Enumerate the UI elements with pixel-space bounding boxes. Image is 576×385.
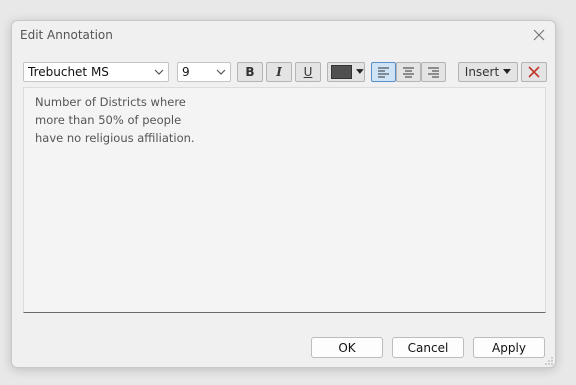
- text-line: have no religious affiliation.: [35, 131, 195, 145]
- align-right-icon: [428, 67, 439, 77]
- align-left-icon: [378, 67, 389, 77]
- formatting-toolbar: Trebuchet MS 9 B I U Insert: [23, 62, 547, 84]
- insert-label: Insert: [464, 65, 500, 79]
- text-line: Number of Districts where: [35, 95, 186, 109]
- bold-button[interactable]: B: [237, 62, 263, 82]
- underline-button[interactable]: U: [295, 62, 321, 82]
- italic-button[interactable]: I: [266, 62, 292, 82]
- insert-button[interactable]: Insert: [458, 62, 518, 82]
- close-icon[interactable]: [531, 27, 547, 43]
- ok-button[interactable]: OK: [311, 337, 383, 358]
- annotation-text: Number of Districts where more than 50% …: [35, 93, 195, 147]
- annotation-text-editor[interactable]: Number of Districts where more than 50% …: [23, 87, 546, 313]
- align-center-button[interactable]: [396, 62, 421, 82]
- apply-button[interactable]: Apply: [473, 337, 545, 358]
- align-right-button[interactable]: [421, 62, 446, 82]
- resize-grip-icon[interactable]: [545, 357, 553, 365]
- font-size-select[interactable]: 9: [177, 62, 231, 82]
- color-swatch: [331, 65, 353, 79]
- red-x-icon: [528, 66, 540, 78]
- align-left-button[interactable]: [371, 62, 396, 82]
- font-family-value: Trebuchet MS: [28, 65, 109, 79]
- text-color-button[interactable]: [327, 62, 365, 82]
- text-line: more than 50% of people: [35, 113, 182, 127]
- cancel-button[interactable]: Cancel: [392, 337, 464, 358]
- chevron-down-icon: [154, 69, 164, 75]
- font-family-select[interactable]: Trebuchet MS: [23, 62, 169, 82]
- edit-annotation-dialog: Edit Annotation Trebuchet MS 9 B I U Ins…: [11, 20, 556, 368]
- chevron-down-icon: [216, 69, 226, 75]
- font-size-value: 9: [182, 65, 190, 79]
- align-center-icon: [403, 67, 414, 77]
- clear-formatting-button[interactable]: [521, 62, 547, 82]
- dropdown-arrow-icon: [356, 69, 364, 74]
- dialog-title: Edit Annotation: [20, 28, 113, 42]
- dropdown-arrow-icon: [503, 69, 512, 74]
